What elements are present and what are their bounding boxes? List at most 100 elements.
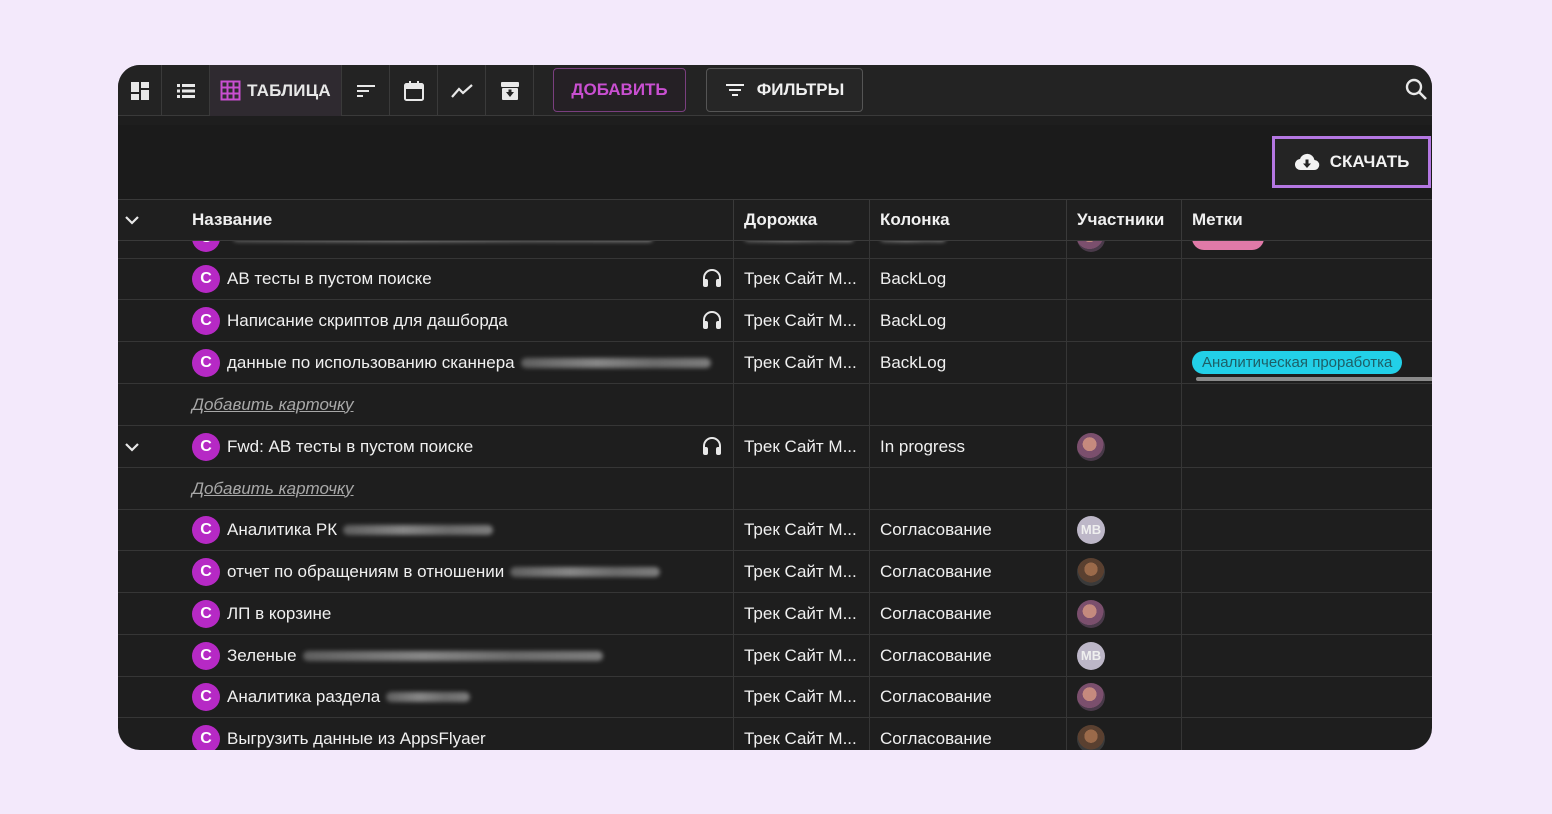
row-members-cell: МВ [1066, 635, 1181, 676]
sort-button[interactable] [342, 65, 390, 116]
row-column-cell: Согласование [869, 593, 1066, 634]
board-view-button[interactable] [118, 65, 162, 116]
row-members-cell [1066, 593, 1181, 634]
table-row[interactable]: C Аналитика раздела Трек Сайт М... Согла… [118, 676, 1432, 718]
archive-button[interactable] [486, 65, 534, 116]
row-tags-cell: Аналитическая проработка [1181, 342, 1432, 383]
row-column-cell: Согласование [869, 635, 1066, 676]
card-type-avatar: C [192, 557, 220, 586]
table-view-button[interactable]: ТАБЛИЦА [210, 65, 342, 116]
cloud-download-icon [1294, 153, 1319, 171]
tag-chip[interactable]: Аналитическая проработка [1192, 351, 1403, 374]
table-row[interactable]: C Написание скриптов для дашборда Трек С… [118, 300, 1432, 342]
column-header-tags[interactable]: Метки [1181, 200, 1432, 240]
row-tags-cell [1181, 551, 1432, 592]
filters-label: ФИЛЬТРЫ [756, 80, 845, 99]
card-title[interactable]: отчет по обращениям в отношении [227, 562, 504, 582]
calendar-view-button[interactable] [390, 65, 438, 116]
redacted-text [386, 691, 471, 702]
card-title[interactable]: Аналитика раздела [227, 687, 380, 707]
table-body: C C АВ тесты в пустом поиске Трек Сайт М… [118, 241, 1432, 750]
member-avatar[interactable] [1077, 724, 1105, 750]
row-name-cell: C Написание скриптов для дашборда [118, 300, 733, 341]
search-button[interactable] [1404, 77, 1428, 106]
row-column-cell [869, 241, 1066, 258]
table-row[interactable]: C АВ тесты в пустом поиске Трек Сайт М..… [118, 258, 1432, 300]
member-avatar[interactable] [1077, 682, 1105, 711]
card-type-avatar: C [192, 306, 220, 335]
row-name-cell: C Аналитика РК [118, 509, 733, 550]
row-name-cell: C АВ тесты в пустом поиске [118, 258, 733, 299]
archive-icon [500, 81, 519, 100]
add-card-link[interactable]: Добавить карточку [192, 479, 354, 499]
row-column-cell: BackLog [869, 342, 1066, 383]
trend-icon [450, 83, 473, 98]
chevron-down-icon[interactable] [124, 214, 140, 226]
member-avatar[interactable]: МВ [1077, 515, 1105, 544]
table-row[interactable]: C Аналитика РК Трек Сайт М... Согласован… [118, 509, 1432, 551]
row-name-cell: C Fwd: АВ тесты в пустом поиске [118, 426, 733, 467]
tag-scrollbar[interactable] [1196, 377, 1432, 381]
table-row[interactable]: C Fwd: АВ тесты в пустом поиске Трек Сай… [118, 426, 1432, 468]
row-lane-cell: Трек Сайт М... [733, 676, 869, 717]
row-members-cell [1066, 342, 1181, 383]
row-name-cell: C отчет по обращениям в отношении [118, 551, 733, 592]
column-header-column[interactable]: Колонка [869, 200, 1066, 240]
chart-view-button[interactable] [438, 65, 486, 116]
column-header-members[interactable]: Участники [1066, 200, 1181, 240]
card-title[interactable]: Аналитика РК [227, 520, 337, 540]
redacted-text [343, 524, 494, 535]
list-view-button[interactable] [162, 65, 210, 116]
member-avatar[interactable]: МВ [1077, 641, 1105, 670]
card-type-avatar: C [192, 641, 220, 670]
table-row[interactable]: C Выгрузить данные из AppsFlyaer Трек Са… [118, 718, 1432, 750]
card-title[interactable]: АВ тесты в пустом поиске [227, 269, 432, 289]
add-card-link[interactable]: Добавить карточку [192, 395, 354, 415]
column-header-lane[interactable]: Дорожка [733, 200, 869, 240]
column-header-name[interactable]: Название [192, 210, 272, 230]
table-row[interactable]: C данные по использованию сканнера Трек … [118, 342, 1432, 384]
member-avatar[interactable] [1077, 557, 1105, 586]
filters-button[interactable]: ФИЛЬТРЫ [706, 68, 863, 112]
row-members-cell [1066, 258, 1181, 299]
table-row[interactable]: C отчет по обращениям в отношении Трек С… [118, 551, 1432, 593]
tag-chip[interactable] [1192, 241, 1264, 250]
headphones-icon [703, 269, 721, 287]
row-members-cell: МВ [1066, 509, 1181, 550]
row-column-cell: Согласование [869, 718, 1066, 750]
row-members-cell [1066, 551, 1181, 592]
member-avatar[interactable] [1077, 599, 1105, 628]
filter-icon [725, 84, 744, 96]
table-row[interactable]: C [118, 241, 1432, 259]
list-icon [176, 83, 195, 98]
member-avatar[interactable] [1077, 241, 1105, 252]
action-bar: СКАЧАТЬ [118, 125, 1432, 199]
table-view-label: ТАБЛИЦА [247, 80, 331, 100]
card-title[interactable]: ЛП в корзине [227, 604, 331, 624]
card-title[interactable]: данные по использованию сканнера [227, 353, 515, 373]
redacted-text [233, 241, 653, 242]
row-column-cell [869, 384, 1066, 425]
row-lane-cell [733, 384, 869, 425]
chevron-down-icon[interactable] [124, 441, 140, 453]
dashboard-icon [130, 81, 149, 100]
download-button[interactable]: СКАЧАТЬ [1272, 136, 1431, 188]
card-title[interactable]: Выгрузить данные из AppsFlyaer [227, 729, 486, 749]
member-avatar[interactable] [1077, 432, 1105, 461]
card-title[interactable]: Fwd: АВ тесты в пустом поиске [227, 437, 473, 457]
row-tags-cell [1181, 241, 1432, 258]
card-title[interactable]: Написание скриптов для дашборда [227, 311, 508, 331]
app-window: ТАБЛИЦА ДОБАВИТЬ ФИЛЬТРЫ СКАЧАТЬ Названи… [118, 65, 1432, 750]
redacted-text [510, 566, 661, 577]
row-tags-cell [1181, 635, 1432, 676]
calendar-icon [403, 80, 424, 101]
table-row[interactable]: C Зеленые Трек Сайт М... Согласование МВ [118, 635, 1432, 677]
card-title[interactable]: Зеленые [227, 646, 297, 666]
headphones-icon [703, 437, 721, 455]
row-column-cell: In progress [869, 426, 1066, 467]
row-lane-cell: Трек Сайт М... [733, 509, 869, 550]
add-button[interactable]: ДОБАВИТЬ [553, 68, 686, 112]
sort-icon [356, 84, 375, 97]
card-type-avatar: C [192, 599, 220, 628]
table-row[interactable]: C ЛП в корзине Трек Сайт М... Согласован… [118, 593, 1432, 635]
